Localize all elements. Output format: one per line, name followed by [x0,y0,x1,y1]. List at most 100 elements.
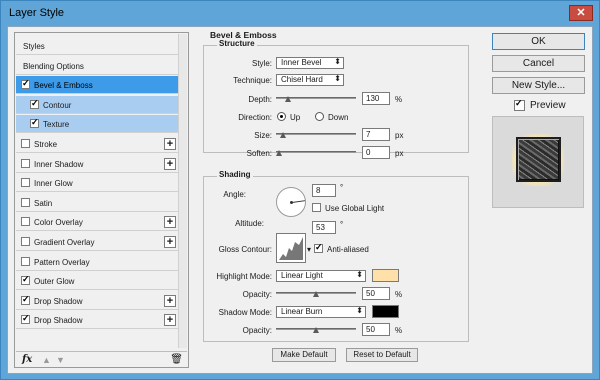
style-item-checkbox[interactable] [21,256,30,266]
shadow-opacity-thumb[interactable] [313,327,320,334]
altitude-input[interactable]: 53 [312,221,336,234]
style-item-label: Gradient Overlay [34,238,95,247]
angle-dial-center [290,201,293,204]
add-effect-icon[interactable]: + [164,216,176,229]
move-down-icon[interactable]: ▼ [56,355,66,365]
style-item-satin[interactable]: Satin [16,193,178,212]
add-effect-icon[interactable]: + [164,157,176,170]
size-slider-thumb[interactable] [280,132,287,139]
style-item-checkbox[interactable] [30,98,39,109]
style-item-label: Inner Shadow [34,159,84,169]
size-slider[interactable] [276,129,356,139]
add-effect-icon[interactable]: + [164,138,176,150]
soften-slider-thumb[interactable] [276,150,283,157]
style-item-contour[interactable]: Contour [16,95,178,114]
direction-label: Direction: [238,113,272,122]
style-item-checkbox[interactable] [21,178,30,188]
style-item-checkbox[interactable] [21,139,30,148]
technique-dropdown[interactable]: Chisel Hard ⬍ [276,74,344,86]
styles-list-scrollbar[interactable] [178,34,187,348]
altitude-unit: ° [340,220,344,229]
style-item-blending-options[interactable]: Blending Options [16,56,178,75]
soften-slider[interactable] [276,147,356,157]
style-item-checkbox[interactable] [30,117,39,129]
style-item-drop-shadow[interactable]: Drop Shadow + [16,291,178,310]
style-item-drop-shadow[interactable]: Drop Shadow + [16,311,178,330]
angle-dial[interactable] [276,187,306,217]
style-item-outer-glow[interactable]: Outer Glow [16,272,178,291]
style-item-checkbox[interactable] [21,313,30,325]
style-item-label: Blending Options [23,61,84,71]
shadow-mode-dropdown[interactable]: Linear Burn ⬍ [276,306,366,318]
direction-up-radio[interactable] [277,112,286,121]
highlight-color-swatch[interactable] [372,269,399,282]
style-item-styles[interactable]: Styles [16,37,178,55]
style-item-checkbox[interactable] [21,274,30,286]
style-item-stroke[interactable]: Stroke + [16,135,178,153]
chevron-down-icon: ⬍ [356,270,363,279]
angle-dial-hand [292,200,306,203]
style-dropdown[interactable]: Inner Bevel ⬍ [276,57,344,69]
contour-dropdown-icon[interactable]: ▾ [307,245,311,254]
style-item-label: Pattern Overlay [34,257,90,267]
settings-panel: Bevel & Emboss Structure Style: Inner Be… [196,29,480,369]
style-item-pattern-overlay[interactable]: Pattern Overlay [16,252,178,271]
shadow-color-swatch[interactable] [372,305,399,318]
soften-input[interactable]: 0 [362,146,390,159]
depth-slider[interactable] [276,93,356,103]
style-item-gradient-overlay[interactable]: Gradient Overlay + [16,233,178,251]
ok-button[interactable]: OK [492,33,585,50]
style-item-texture[interactable]: Texture [16,115,178,134]
fx-icon[interactable]: fx [22,354,32,365]
trash-icon[interactable]: 🗑 [170,354,183,365]
style-item-color-overlay[interactable]: Color Overlay + [16,213,178,232]
move-up-icon[interactable]: ▲ [42,355,52,365]
add-effect-icon[interactable]: + [164,236,176,248]
style-item-checkbox[interactable] [21,294,30,305]
structure-title: Structure [217,39,257,48]
highlight-opacity-thumb[interactable] [313,291,320,298]
cancel-button[interactable]: Cancel [492,55,585,72]
style-item-checkbox[interactable] [21,217,30,227]
style-item-checkbox[interactable] [21,197,30,207]
shading-title: Shading [217,170,253,179]
style-item-label: Stroke [34,140,58,149]
title-bar[interactable]: Layer Style ✕ [1,1,599,25]
gloss-contour-picker[interactable] [276,233,306,263]
close-button[interactable]: ✕ [569,5,593,21]
highlight-mode-label: Highlight Mode: [216,272,272,281]
use-global-light-label: Use Global Light [325,204,385,213]
gloss-contour-label: Gloss Contour: [218,245,272,254]
make-default-button[interactable]: Make Default [272,348,336,362]
size-input[interactable]: 7 [362,128,390,141]
size-label: Size: [254,131,272,140]
styles-list-footer: fx ▲ ▼ 🗑 [16,351,187,367]
size-unit: px [395,131,404,140]
direction-down-radio[interactable] [315,112,324,121]
angle-input[interactable]: 8 [312,184,336,197]
style-item-inner-glow[interactable]: Inner Glow [16,174,178,193]
shadow-opacity-slider[interactable] [276,324,356,334]
depth-slider-thumb[interactable] [285,96,292,103]
reset-to-default-button[interactable]: Reset to Default [346,348,418,362]
add-effect-icon[interactable]: + [164,314,176,327]
highlight-opacity-input[interactable]: 50 [362,287,390,300]
shadow-opacity-input[interactable]: 50 [362,323,390,336]
technique-value: Chisel Hard [281,75,323,84]
depth-input[interactable]: 130 [362,92,390,105]
anti-aliased-checkbox[interactable] [314,242,323,253]
style-item-label: Inner Glow [34,179,73,189]
highlight-opacity-slider[interactable] [276,288,356,298]
style-item-inner-shadow[interactable]: Inner Shadow + [16,154,178,173]
use-global-light-checkbox[interactable] [312,203,321,212]
add-effect-icon[interactable]: + [164,294,176,307]
preview-checkbox[interactable] [514,98,525,111]
technique-label: Technique: [233,76,272,85]
new-style-button[interactable]: New Style... [492,77,585,94]
style-item-label: Satin [34,198,53,208]
style-item-checkbox[interactable] [21,158,30,168]
style-item-checkbox[interactable] [21,237,30,246]
style-item-checkbox[interactable] [21,78,30,90]
highlight-mode-dropdown[interactable]: Linear Light ⬍ [276,270,366,282]
style-item-bevel-emboss[interactable]: Bevel & Emboss [16,76,178,95]
